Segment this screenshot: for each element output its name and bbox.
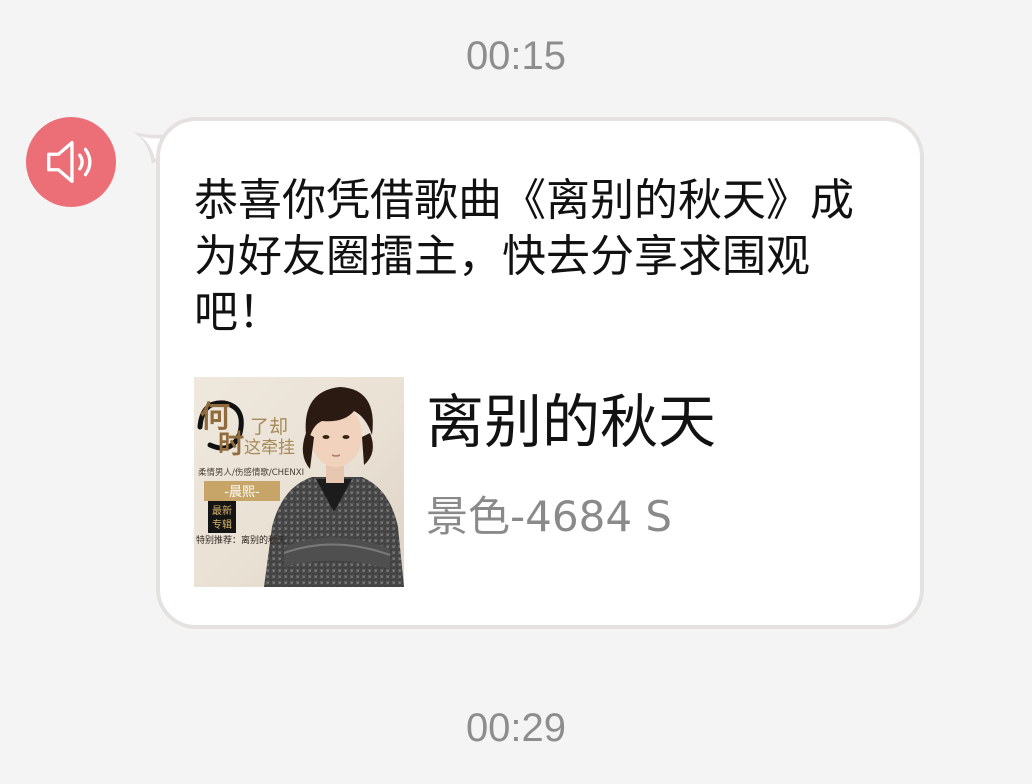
album-cover[interactable]: 何 时 了却 这牵挂 柔情男人/伤感情歌/CHENXI -晨熙- 最新 专辑 特… <box>194 377 404 587</box>
message-bubble[interactable]: 恭喜你凭借歌曲《离别的秋天》成为好友圈擂主，快去分享求围观吧！ 何 时 了却 这… <box>156 117 924 629</box>
timestamp-top: 00:15 <box>465 34 567 78</box>
timestamp-bottom: 00:29 <box>465 706 567 750</box>
cover-recommend: 特别推荐：离别的秋天 <box>196 534 286 546</box>
cover-title-rest-2: 这牵挂 <box>244 438 295 458</box>
cover-artist-banner: -晨熙- <box>224 485 260 500</box>
speaker-icon <box>47 140 92 184</box>
song-artist: 景色-4684 S <box>426 492 673 541</box>
cover-badge-line1: 最新 <box>212 504 232 517</box>
sender-avatar[interactable] <box>26 117 116 207</box>
song-title: 离别的秋天 <box>426 388 717 456</box>
cover-subtitle: 柔情男人/伤感情歌/CHENXI <box>198 467 304 478</box>
message-text: 恭喜你凭借歌曲《离别的秋天》成为好友圈擂主，快去分享求围观吧！ <box>194 175 854 338</box>
cover-badge-line2: 专辑 <box>212 518 232 531</box>
cover-title-char2: 时 <box>218 430 244 460</box>
cover-title-rest: 了却 <box>250 416 288 438</box>
song-card[interactable]: 何 时 了却 这牵挂 柔情男人/伤感情歌/CHENXI -晨熙- 最新 专辑 特… <box>194 377 884 589</box>
